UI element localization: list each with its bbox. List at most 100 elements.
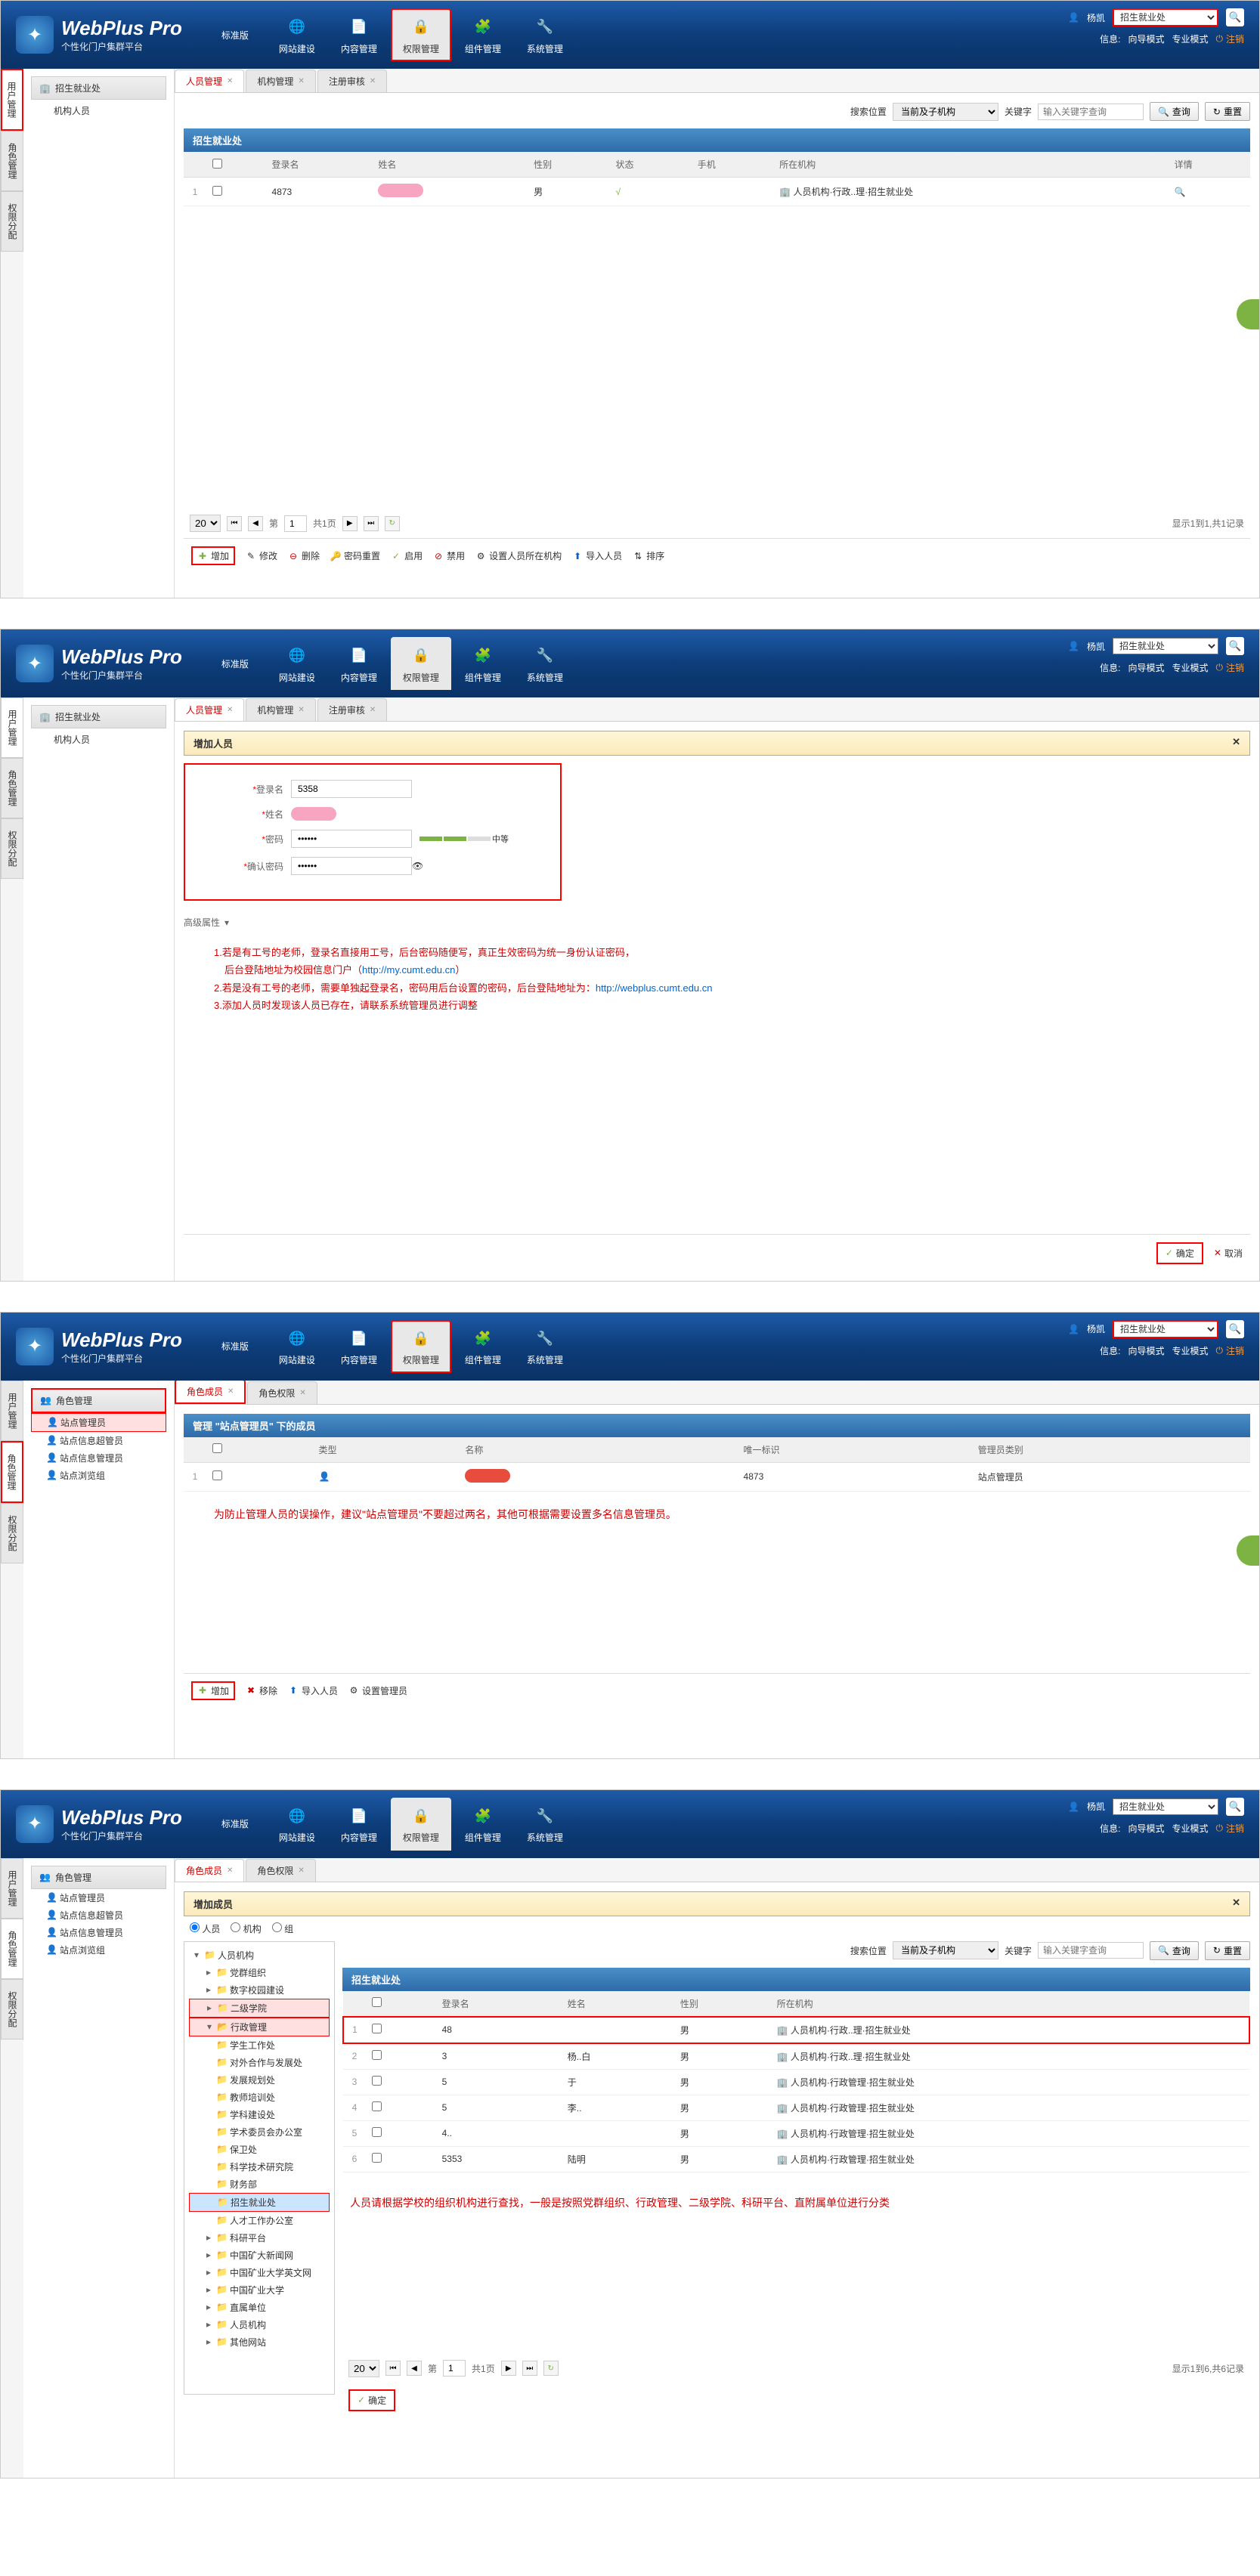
nav-sys[interactable]: 🔧系统管理	[515, 8, 575, 61]
tab-reg-review[interactable]: 注册审核✕	[317, 70, 387, 92]
advanced-toggle[interactable]: 高级属性 ▾	[184, 908, 1250, 936]
logout-button[interactable]: ⏻ 注销	[1215, 661, 1244, 674]
side-widget[interactable]	[1237, 1535, 1259, 1566]
nav-comp[interactable]: 🧩组件管理	[453, 8, 513, 61]
left-tab-role[interactable]: 角色管理	[1, 1919, 23, 1979]
tree-item[interactable]: ▸📁二级学院	[189, 1999, 330, 2018]
tree-site-admin[interactable]: 👤站点管理员	[31, 1889, 166, 1906]
nav-perm[interactable]: 🔒权限管理	[391, 1798, 451, 1851]
site-selector[interactable]: 招生就业处	[1113, 638, 1218, 654]
radio-org[interactable]: 机构	[231, 1922, 261, 1935]
tree-item[interactable]: ▸📁数字校园建设	[189, 1981, 330, 1999]
site-selector[interactable]: 招生就业处	[1113, 1798, 1218, 1815]
close-icon[interactable]: ✕	[227, 1866, 233, 1875]
tree-item[interactable]: 📁科学技术研究院	[189, 2158, 330, 2176]
portal-link[interactable]: http://my.cumt.edu.cn	[362, 964, 455, 976]
query-button[interactable]: 🔍 查询	[1150, 1941, 1199, 1960]
reset-button[interactable]: ↻ 重置	[1205, 1941, 1250, 1960]
nav-std[interactable]: 标准版	[205, 637, 265, 690]
header-search-button[interactable]: 🔍	[1226, 1798, 1244, 1816]
close-icon[interactable]: ✕	[228, 1387, 234, 1396]
tree-browse-group[interactable]: 👤站点浏览组	[31, 1941, 166, 1959]
guide-mode-link[interactable]: 向导模式	[1128, 32, 1164, 45]
left-tab-user[interactable]: 用户管理	[1, 697, 23, 758]
left-tab-perm[interactable]: 权限分配	[1, 818, 23, 879]
nav-comp[interactable]: 🧩组件管理	[453, 1320, 513, 1373]
tree-item[interactable]: 📁学生工作处	[189, 2036, 330, 2054]
left-tab-role[interactable]: 角色管理	[1, 758, 23, 818]
scope-select[interactable]: 当前及子机构	[893, 1941, 998, 1959]
row-checkbox[interactable]	[372, 2024, 382, 2033]
table-row[interactable]: 65353陆明男🏢 人员机构·行政管理·招生就业处	[343, 2146, 1249, 2172]
import-button[interactable]: ⬆导入人员	[572, 549, 622, 562]
left-tab-perm[interactable]: 权限分配	[1, 1503, 23, 1563]
left-tab-role[interactable]: 角色管理	[1, 131, 23, 191]
tree-browse-group[interactable]: 👤站点浏览组	[31, 1467, 166, 1484]
reset-pwd-button[interactable]: 🔑密码重置	[330, 549, 380, 562]
nav-sys[interactable]: 🔧系统管理	[515, 637, 575, 690]
nav-perm[interactable]: 🔒权限管理	[391, 1320, 451, 1373]
set-admin-button[interactable]: ⚙设置管理员	[348, 1684, 407, 1697]
page-size-select[interactable]: 20	[348, 2360, 379, 2377]
row-checkbox[interactable]	[372, 2127, 382, 2137]
tab-role-members[interactable]: 角色成员✕	[175, 1859, 244, 1882]
row-checkbox[interactable]	[372, 2153, 382, 2163]
eye-icon[interactable]: 👁	[412, 861, 423, 871]
nav-site[interactable]: 🌐网站建设	[267, 1798, 327, 1851]
tree-item[interactable]: ▸📁人员机构	[189, 2316, 330, 2333]
close-icon[interactable]: ✕	[370, 706, 376, 714]
close-icon[interactable]: ✕	[1232, 1897, 1240, 1911]
last-page-button[interactable]: ⏭	[364, 516, 379, 531]
tree-item[interactable]: 📁财务部	[189, 2176, 330, 2193]
logout-button[interactable]: ⏻ 注销	[1215, 32, 1244, 45]
tree-site-admin[interactable]: 👤站点管理员	[31, 1413, 166, 1432]
site-selector[interactable]: 招生就业处	[1113, 8, 1218, 26]
tree-item[interactable]: 📁保卫处	[189, 2141, 330, 2158]
nav-content[interactable]: 📄内容管理	[329, 8, 389, 61]
refresh-button[interactable]: ↻	[543, 2361, 559, 2376]
edit-button[interactable]: ✎修改	[246, 549, 277, 562]
select-all-checkbox[interactable]	[212, 1443, 222, 1453]
row-checkbox[interactable]	[372, 2050, 382, 2060]
first-page-button[interactable]: ⏮	[385, 2361, 401, 2376]
backend-link[interactable]: http://webplus.cumt.edu.cn	[596, 982, 713, 994]
next-page-button[interactable]: ▶	[342, 516, 358, 531]
tree-item[interactable]: 📁学科建设处	[189, 2106, 330, 2123]
tree-item-selected[interactable]: 📁招生就业处	[189, 2193, 330, 2212]
scope-select[interactable]: 当前及子机构	[893, 103, 998, 121]
tab-org-mgmt[interactable]: 机构管理✕	[246, 698, 315, 721]
tree-item[interactable]: ▸📁党群组织	[189, 1964, 330, 1981]
left-tab-user[interactable]: 用户管理	[1, 69, 23, 131]
tree-item[interactable]: ▸📁科研平台	[189, 2229, 330, 2247]
page-input[interactable]	[284, 515, 307, 532]
next-page-button[interactable]: ▶	[501, 2361, 516, 2376]
left-tab-perm[interactable]: 权限分配	[1, 191, 23, 252]
page-input[interactable]	[443, 2360, 466, 2377]
keyword-input[interactable]	[1038, 1942, 1144, 1959]
tab-person-mgmt[interactable]: 人员管理✕	[175, 70, 244, 92]
page-size-select[interactable]: 20	[190, 515, 221, 532]
header-search-button[interactable]: 🔍	[1226, 8, 1244, 26]
reset-button[interactable]: ↻ 重置	[1205, 102, 1250, 121]
nav-content[interactable]: 📄内容管理	[329, 1320, 389, 1373]
radio-group[interactable]: 组	[272, 1922, 293, 1935]
site-selector[interactable]: 招生就业处	[1113, 1320, 1218, 1338]
table-row[interactable]: 1 4873男√🏢 人员机构·行政..理·招生就业处🔍	[184, 178, 1250, 206]
nav-std[interactable]: 标准版	[205, 1320, 265, 1373]
tree-item[interactable]: 📁教师培训处	[189, 2089, 330, 2106]
prev-page-button[interactable]: ◀	[248, 516, 263, 531]
tree-item[interactable]: ▸📁中国矿大新闻网	[189, 2247, 330, 2264]
left-tab-perm[interactable]: 权限分配	[1, 1979, 23, 2039]
close-icon[interactable]: ✕	[227, 77, 233, 85]
nav-perm[interactable]: 🔒权限管理	[391, 8, 451, 61]
confirm-password-input[interactable]	[291, 857, 412, 875]
tree-item[interactable]: ▾📂行政管理	[189, 2018, 330, 2036]
nav-site[interactable]: 🌐网站建设	[267, 1320, 327, 1373]
table-row[interactable]: 45李..男🏢 人员机构·行政管理·招生就业处	[343, 2095, 1249, 2120]
tab-org-mgmt[interactable]: 机构管理✕	[246, 70, 315, 92]
add-button[interactable]: ✚增加	[191, 546, 235, 565]
close-icon[interactable]: ✕	[370, 77, 376, 85]
table-row[interactable]: 54..男🏢 人员机构·行政管理·招生就业处	[343, 2120, 1249, 2146]
tab-role-perms[interactable]: 角色权限✕	[247, 1381, 317, 1404]
close-icon[interactable]: ✕	[299, 1389, 305, 1397]
